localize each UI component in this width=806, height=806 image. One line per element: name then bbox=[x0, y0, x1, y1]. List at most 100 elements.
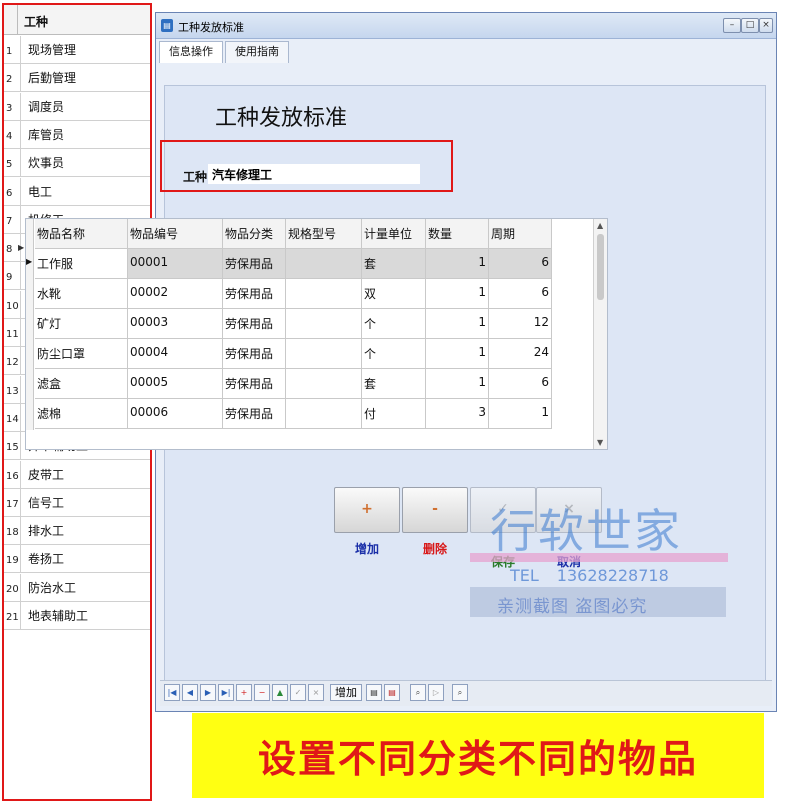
grid-cell[interactable]: 1 bbox=[489, 399, 552, 429]
maximize-icon[interactable]: □ bbox=[741, 18, 759, 33]
list-item[interactable]: 2 后勤管理 bbox=[4, 64, 150, 93]
filter-icon[interactable]: ⌕ bbox=[452, 684, 468, 701]
grid-cell[interactable]: 1 bbox=[426, 339, 489, 369]
list-item[interactable]: 19 卷扬工 bbox=[4, 545, 150, 574]
grid-cell[interactable]: 1 bbox=[426, 369, 489, 399]
grid-cell[interactable]: 00006 bbox=[128, 399, 223, 429]
row-separator bbox=[20, 573, 21, 602]
grid-cell[interactable]: 6 bbox=[489, 369, 552, 399]
grid-cell[interactable]: 3 bbox=[426, 399, 489, 429]
grid-cell[interactable]: 12 bbox=[489, 309, 552, 339]
grid-cell[interactable] bbox=[286, 249, 362, 279]
window-titlebar[interactable]: ▤ 工种发放标准 – □ × bbox=[156, 13, 776, 39]
grid-column-header[interactable]: 物品分类 bbox=[223, 219, 286, 249]
grid-cell[interactable]: 6 bbox=[489, 249, 552, 279]
grid-cell[interactable]: 劳保用品 bbox=[223, 309, 286, 339]
job-type-field[interactable] bbox=[208, 164, 420, 184]
caption-banner: 设置不同分类不同的物品 bbox=[192, 713, 764, 798]
insert-record-icon[interactable]: + bbox=[236, 684, 252, 701]
cancel-record-icon[interactable]: × bbox=[308, 684, 324, 701]
list-item-number: 6 bbox=[6, 187, 13, 199]
next-record-icon[interactable]: ▶ bbox=[200, 684, 216, 701]
post-record-icon[interactable]: ✓ bbox=[290, 684, 306, 701]
grid-cell[interactable]: 个 bbox=[362, 339, 426, 369]
grid-cell[interactable]: 劳保用品 bbox=[223, 399, 286, 429]
list-item[interactable]: 1 现场管理 bbox=[4, 36, 150, 64]
job-type-field-label: 工种 bbox=[183, 170, 208, 184]
list-item[interactable]: 21 地表辅助工 bbox=[4, 602, 150, 630]
grid-column-header[interactable]: 数量 bbox=[426, 219, 489, 249]
grid-cell[interactable]: 个 bbox=[362, 309, 426, 339]
scroll-down-icon[interactable]: ▼ bbox=[597, 438, 603, 447]
search-icon[interactable]: ⌕ bbox=[410, 684, 426, 701]
grid-cell[interactable]: 1 bbox=[426, 309, 489, 339]
grid-cell[interactable]: 矿灯 bbox=[35, 309, 128, 339]
grid-cell[interactable]: 套 bbox=[362, 369, 426, 399]
plus-icon: + bbox=[361, 501, 373, 517]
grid-cell[interactable]: 滤棉 bbox=[35, 399, 128, 429]
list-item[interactable]: 18 排水工 bbox=[4, 517, 150, 546]
grid-cell[interactable]: 水靴 bbox=[35, 279, 128, 309]
first-record-icon[interactable]: |◀ bbox=[164, 684, 180, 701]
list-item[interactable]: 17 信号工 bbox=[4, 488, 150, 517]
row-separator bbox=[20, 375, 21, 404]
list-item[interactable]: 5 炊事员 bbox=[4, 149, 150, 178]
grid-column-header[interactable]: 计量单位 bbox=[362, 219, 426, 249]
print-icon[interactable]: ▤ bbox=[366, 684, 382, 701]
row-separator bbox=[20, 64, 21, 93]
grid-cell[interactable]: 劳保用品 bbox=[223, 339, 286, 369]
list-item[interactable]: 4 库管员 bbox=[4, 120, 150, 149]
list-item-label: 皮带工 bbox=[28, 467, 65, 482]
grid-cell[interactable]: 1 bbox=[426, 249, 489, 279]
delete-record-icon[interactable]: − bbox=[254, 684, 270, 701]
grid-cell[interactable]: 套 bbox=[362, 249, 426, 279]
grid-cell[interactable]: 00004 bbox=[128, 339, 223, 369]
list-item[interactable]: 16 皮带工 bbox=[4, 460, 150, 489]
grid-cell[interactable]: 1 bbox=[426, 279, 489, 309]
grid-vertical-scrollbar[interactable]: ▲ ▼ bbox=[593, 219, 607, 449]
last-record-icon[interactable]: ▶| bbox=[218, 684, 234, 701]
grid-cell[interactable]: 24 bbox=[489, 339, 552, 369]
scroll-thumb[interactable] bbox=[597, 234, 604, 300]
list-item[interactable]: 6 电工 bbox=[4, 177, 150, 206]
grid-cell[interactable]: 工作服 bbox=[35, 249, 128, 279]
app-icon: ▤ bbox=[161, 19, 173, 32]
grid-cell[interactable]: 00001 bbox=[128, 249, 223, 279]
edit-record-icon[interactable]: ▲ bbox=[272, 684, 288, 701]
toolbar-add-button[interactable]: 增加 bbox=[330, 684, 362, 701]
close-icon[interactable]: × bbox=[759, 18, 773, 33]
grid-cell[interactable]: 00005 bbox=[128, 369, 223, 399]
list-item[interactable]: 20 防治水工 bbox=[4, 573, 150, 602]
grid-cell[interactable]: 6 bbox=[489, 279, 552, 309]
grid-cell[interactable]: 劳保用品 bbox=[223, 279, 286, 309]
grid-cell[interactable]: 劳保用品 bbox=[223, 249, 286, 279]
grid-cell[interactable] bbox=[286, 279, 362, 309]
grid-cell[interactable]: 付 bbox=[362, 399, 426, 429]
prev-record-icon[interactable]: ◀ bbox=[182, 684, 198, 701]
grid-cell[interactable]: 00002 bbox=[128, 279, 223, 309]
grid-cell[interactable] bbox=[286, 339, 362, 369]
grid-column-header[interactable]: 物品编号 bbox=[128, 219, 223, 249]
delete-button[interactable]: - bbox=[402, 487, 468, 533]
grid-cell[interactable]: 劳保用品 bbox=[223, 369, 286, 399]
grid-column-header[interactable]: 规格型号 bbox=[286, 219, 362, 249]
grid-cell[interactable]: 双 bbox=[362, 279, 426, 309]
print-preview-icon[interactable]: ▤ bbox=[384, 684, 400, 701]
add-button[interactable]: + bbox=[334, 487, 400, 533]
grid-column-header[interactable]: 周期 bbox=[489, 219, 552, 249]
scroll-up-icon[interactable]: ▲ bbox=[597, 221, 603, 230]
grid-cell[interactable]: 防尘口罩 bbox=[35, 339, 128, 369]
grid-cell[interactable] bbox=[286, 399, 362, 429]
grid-cell[interactable] bbox=[286, 309, 362, 339]
items-grid[interactable]: ▶ 物品名称 物品编号 物品分类 规格型号 计量单位 数量 周期 工作服 00001 劳保用品套 1… bbox=[25, 218, 608, 450]
list-corner bbox=[4, 5, 18, 35]
list-item[interactable]: 3 调度员 bbox=[4, 92, 150, 121]
grid-cell[interactable] bbox=[286, 369, 362, 399]
tab-user-guide[interactable]: 使用指南 bbox=[225, 41, 289, 63]
grid-cell[interactable]: 滤盒 bbox=[35, 369, 128, 399]
minimize-icon[interactable]: – bbox=[723, 18, 741, 33]
tab-info-ops[interactable]: 信息操作 bbox=[159, 41, 223, 63]
grid-cell[interactable]: 00003 bbox=[128, 309, 223, 339]
next-page-icon[interactable]: ▷ bbox=[428, 684, 444, 701]
grid-column-header[interactable]: 物品名称 bbox=[35, 219, 128, 249]
